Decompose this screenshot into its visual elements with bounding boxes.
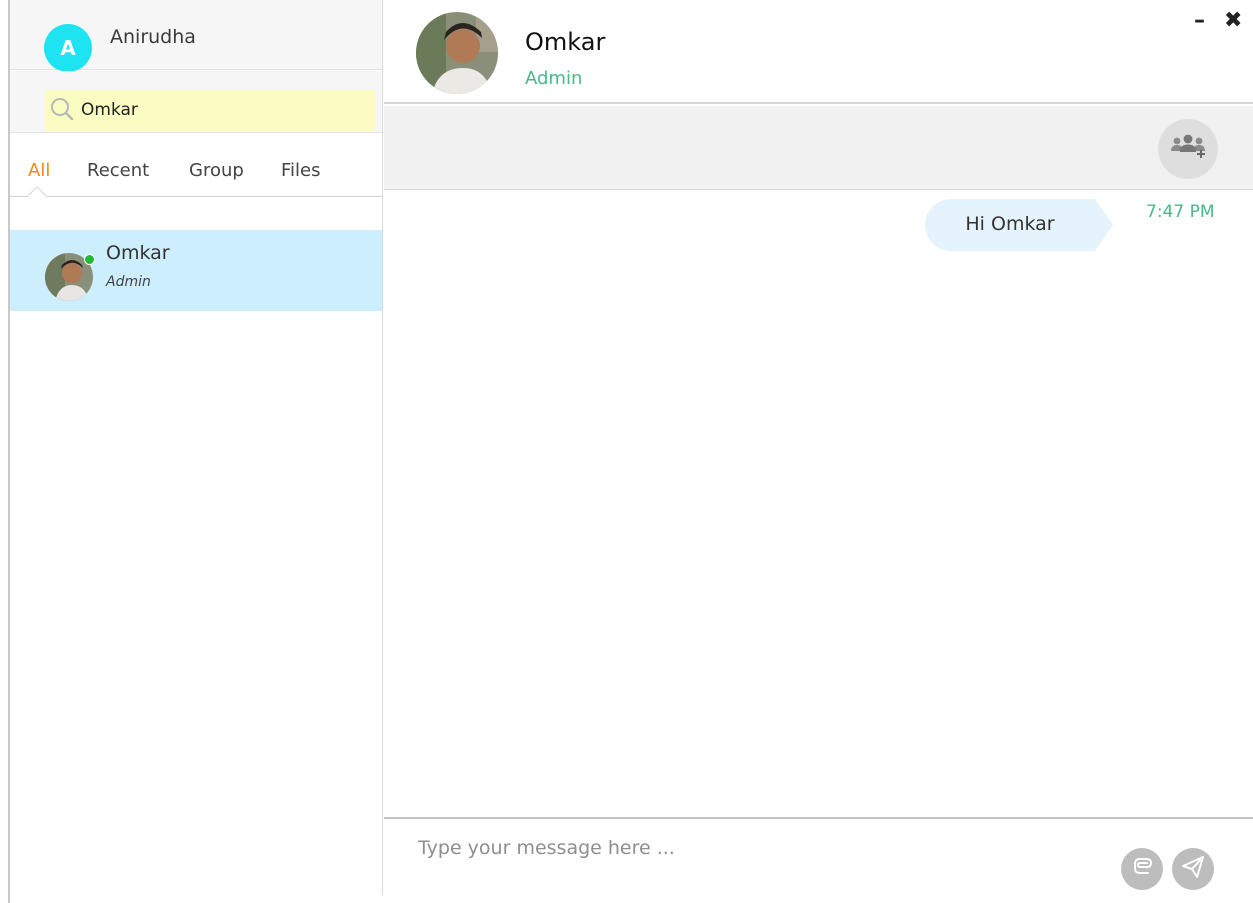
filter-tabs: All Recent Group Files (10, 145, 382, 206)
chat-toolbar (384, 106, 1253, 190)
message-input[interactable] (418, 833, 1098, 863)
chat-app-window: A Anirudha All Recent Group Files (0, 0, 1253, 903)
chat-contact-name: Omkar (525, 28, 606, 56)
message-composer (384, 817, 1253, 895)
sidebar: A Anirudha All Recent Group Files (10, 0, 383, 895)
user-avatar[interactable]: A (44, 24, 92, 72)
message-timestamp: 7:47 PM (1146, 202, 1215, 222)
search-icon[interactable] (49, 96, 75, 122)
message-list: Hi Omkar 7:47 PM (384, 191, 1253, 817)
user-name: Anirudha (110, 26, 196, 48)
paperclip-icon (1129, 854, 1155, 884)
search-box[interactable] (45, 90, 375, 131)
search-row (10, 71, 382, 133)
tab-group[interactable]: Group (189, 160, 244, 181)
add-group-button[interactable] (1158, 119, 1218, 179)
active-tab-indicator (27, 186, 47, 206)
contact-role: Admin (106, 274, 151, 290)
outgoing-message-bubble: Hi Omkar (925, 199, 1095, 251)
tab-all[interactable]: All (28, 160, 50, 181)
profile-header: A Anirudha (10, 0, 382, 72)
add-group-icon (1168, 132, 1208, 166)
chat-header: Omkar Admin – ✖ (384, 0, 1253, 104)
close-button[interactable]: ✖ (1224, 8, 1242, 33)
attach-button[interactable] (1121, 848, 1163, 890)
tab-recent[interactable]: Recent (87, 160, 149, 181)
message-bubble-tail (1095, 199, 1113, 251)
tab-files[interactable]: Files (281, 160, 321, 181)
message-text: Hi Omkar (965, 213, 1055, 235)
online-status-dot (84, 254, 95, 265)
chat-contact-avatar (416, 12, 498, 94)
contact-name: Omkar (106, 242, 170, 264)
minimize-button[interactable]: – (1194, 8, 1205, 33)
chat-contact-role: Admin (525, 68, 583, 89)
search-input[interactable] (81, 96, 366, 124)
contact-list-item[interactable]: Omkar Admin (10, 230, 382, 311)
paper-plane-icon (1180, 854, 1206, 884)
send-button[interactable] (1172, 848, 1214, 890)
